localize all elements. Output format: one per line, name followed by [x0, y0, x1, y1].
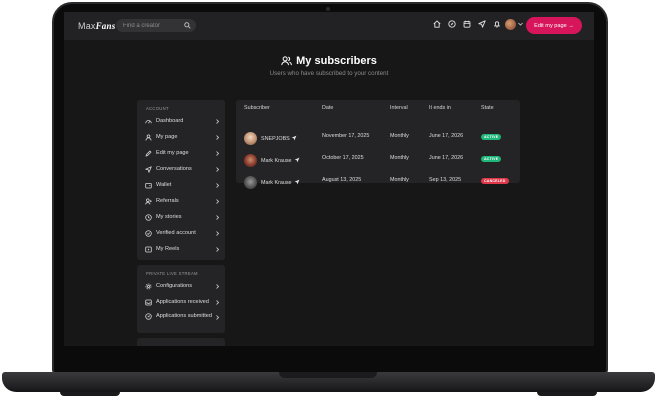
- subscription-date: August 13, 2025: [322, 177, 362, 183]
- chevron-right-icon: [216, 183, 219, 188]
- status-badge: ACTIVE: [481, 156, 502, 162]
- subscriber-name[interactable]: Mark Krause: [261, 180, 292, 186]
- subscription-end: Sep 13, 2025: [429, 177, 462, 183]
- subscription-end: June 17, 2026: [429, 133, 464, 139]
- sidebar-item-conversations[interactable]: Conversations: [137, 161, 225, 177]
- subscription-interval: Monthly: [390, 177, 409, 183]
- subscribers-table: Subscriber Date Interval It ends in Stat…: [236, 100, 520, 189]
- search-icon[interactable]: [184, 22, 191, 29]
- chevron-right-icon: [216, 284, 219, 289]
- user-icon: [145, 133, 152, 141]
- sidebar-account-card: ACCOUNT Dashboard My page Edit my page C…: [137, 100, 225, 260]
- sidebar-item-dashboard[interactable]: Dashboard: [137, 113, 225, 129]
- subscriber-name[interactable]: Mark Krause: [261, 158, 292, 164]
- top-navbar: MaxFans Edit my page →: [64, 12, 594, 40]
- subscription-end: June 17, 2026: [429, 155, 464, 161]
- sidebar-item-applications-submitted[interactable]: Applications submitted: [137, 310, 225, 334]
- gear-icon: [145, 283, 152, 289]
- sidebar-stream-card: PRIVATE LIVE STREAM Configurations Appli…: [137, 265, 225, 333]
- status-badge: ACTIVE: [481, 134, 502, 140]
- page-title: My subscribers: [296, 55, 377, 67]
- laptop-foot-left: [60, 392, 120, 396]
- sidebar-section-header: ACCOUNT: [146, 106, 169, 111]
- send-message-icon[interactable]: [294, 179, 300, 185]
- subscriber-avatar[interactable]: [244, 176, 257, 189]
- inbox-icon: [145, 299, 152, 305]
- camera-dot: [326, 7, 330, 11]
- chevron-right-icon: [216, 231, 219, 236]
- column-header-ends: It ends in: [429, 105, 451, 111]
- subscription-date: October 17, 2025: [322, 155, 364, 161]
- send-message-icon[interactable]: [291, 135, 297, 141]
- film-icon: [145, 246, 152, 252]
- search-box[interactable]: [116, 19, 196, 32]
- logo[interactable]: MaxFans: [78, 21, 115, 31]
- pencil-icon: [145, 150, 152, 156]
- compass-icon[interactable]: [448, 20, 456, 28]
- sidebar-extra-card: [137, 338, 225, 346]
- chevron-right-icon: [216, 215, 219, 220]
- column-header-date: Date: [322, 105, 334, 111]
- sidebar-item-referrals[interactable]: Referrals: [137, 193, 225, 209]
- sidebar-item-verified-account[interactable]: Verified account: [137, 225, 225, 241]
- subscriber-avatar[interactable]: [244, 132, 257, 145]
- send-icon: [145, 165, 152, 173]
- dashboard-icon: [145, 119, 152, 123]
- chevron-right-icon: [216, 151, 219, 156]
- user-avatar[interactable]: [505, 19, 516, 30]
- subscription-interval: Monthly: [390, 155, 409, 161]
- column-header-interval: Interval: [390, 105, 408, 111]
- bell-icon[interactable]: [493, 20, 501, 28]
- check-circle-icon: [145, 229, 152, 237]
- subscription-date: November 17, 2025: [322, 133, 370, 139]
- column-header-state: State: [481, 105, 494, 111]
- subscriber-name[interactable]: SNEPJOBS: [261, 136, 290, 142]
- sidebar-item-my-reels[interactable]: My Reels: [137, 241, 225, 257]
- screen: MaxFans Edit my page → My subscribers Us…: [64, 12, 594, 346]
- sidebar-item-configurations[interactable]: Configurations: [137, 278, 225, 294]
- wallet-icon: [145, 182, 152, 188]
- calendar-icon[interactable]: [463, 20, 471, 28]
- users-icon: [281, 56, 292, 66]
- user-plus-icon: [145, 198, 152, 204]
- send-icon[interactable]: [478, 20, 486, 28]
- column-header-subscriber: Subscriber: [244, 105, 270, 111]
- chevron-right-icon: [216, 247, 219, 252]
- chevron-right-icon: [216, 167, 219, 172]
- sidebar-item-my-stories[interactable]: My stories: [137, 209, 225, 225]
- search-input[interactable]: [123, 22, 183, 29]
- chevron-right-icon: [216, 135, 219, 140]
- chevron-right-icon: [216, 199, 219, 204]
- subscription-interval: Monthly: [390, 133, 409, 139]
- laptop-foot-right: [537, 392, 597, 396]
- sidebar-section-header: PRIVATE LIVE STREAM: [146, 271, 198, 276]
- sidebar-item-wallet[interactable]: Wallet: [137, 177, 225, 193]
- chevron-right-icon: [216, 119, 219, 124]
- send-circle-icon: [145, 313, 152, 320]
- sidebar-item-edit-my-page[interactable]: Edit my page: [137, 145, 225, 161]
- clock-icon: [145, 213, 152, 221]
- page-subtitle: Users who have subscribed to your conten…: [269, 70, 389, 77]
- chevron-down-icon[interactable]: [518, 22, 523, 26]
- sidebar-item-my-page[interactable]: My page: [137, 129, 225, 145]
- edit-my-page-button[interactable]: Edit my page →: [526, 17, 582, 34]
- status-badge: CANCELED: [481, 178, 509, 184]
- sidebar-item-applications-received[interactable]: Applications received: [137, 294, 225, 310]
- chevron-right-icon: [216, 315, 219, 320]
- chevron-right-icon: [216, 300, 219, 305]
- laptop-notch: [279, 372, 377, 378]
- send-message-icon[interactable]: [294, 157, 300, 163]
- subscriber-avatar[interactable]: [244, 154, 257, 167]
- home-icon[interactable]: [433, 20, 441, 28]
